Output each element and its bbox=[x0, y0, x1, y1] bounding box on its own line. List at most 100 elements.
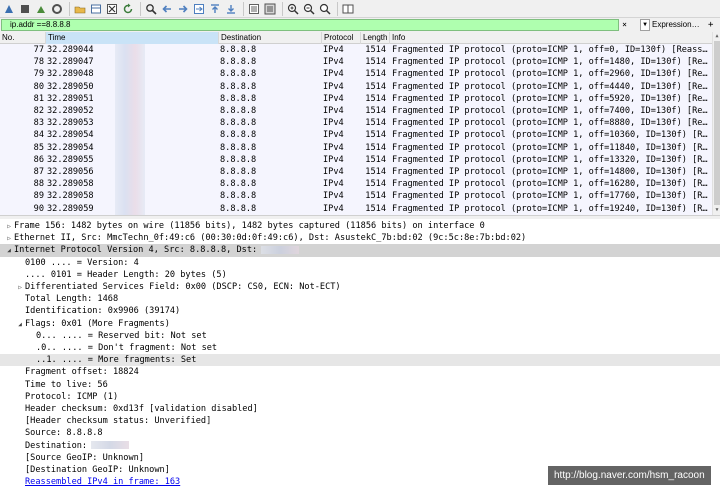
zoom-in-icon[interactable] bbox=[286, 2, 300, 16]
packet-row[interactable]: 90 32.289059 8.8.8.8 IPv4 1514 Fragmented IP … bbox=[0, 202, 712, 215]
packet-time: 32.289047 bbox=[47, 57, 94, 68]
detail-tree-item[interactable]: Destination: bbox=[0, 440, 720, 452]
detail-tree-item[interactable]: Source: 8.8.8.8 bbox=[0, 427, 720, 439]
expression-button[interactable]: Expression… bbox=[652, 19, 700, 31]
detail-tree-item[interactable]: Time to live: 56 bbox=[0, 379, 720, 391]
packet-length: 1514 bbox=[365, 167, 386, 177]
display-filter-input[interactable]: ip.addr ==8.8.8.8 bbox=[1, 19, 619, 31]
scroll-down-arrow-icon[interactable]: ▼ bbox=[713, 207, 720, 213]
filter-history-dropdown[interactable]: ▼ bbox=[640, 19, 650, 31]
capture-options-icon[interactable] bbox=[50, 2, 64, 16]
detail-tree-label: 0100 .... = Version: 4 bbox=[25, 257, 139, 268]
detail-tree-item[interactable]: [Header checksum status: Unverified] bbox=[0, 415, 720, 427]
scrollbar-thumb[interactable] bbox=[714, 41, 720, 205]
packet-protocol: IPv4 bbox=[323, 45, 344, 55]
zoom-normal-icon[interactable] bbox=[318, 2, 332, 16]
shark-fin-start-icon[interactable] bbox=[2, 2, 16, 16]
detail-tree-item[interactable]: [Source GeoIP: Unknown] bbox=[0, 452, 720, 464]
detail-tree-item[interactable]: ..1. .... = More fragments: Set bbox=[0, 354, 720, 367]
find-icon[interactable] bbox=[144, 2, 158, 16]
detail-tree-item[interactable]: ◢ Flags: 0x01 (More Fragments) bbox=[0, 318, 720, 330]
packet-row[interactable]: 78 32.289047 8.8.8.8 IPv4 1514 Fragmented IP … bbox=[0, 56, 712, 69]
stop-square-icon[interactable] bbox=[18, 2, 32, 16]
add-filter-button[interactable]: + bbox=[708, 19, 713, 31]
collapse-arrow-icon[interactable]: ◢ bbox=[15, 319, 25, 331]
reassembled-frame-link[interactable]: Reassembled IPv4 in frame: 163 bbox=[25, 477, 180, 487]
detail-tree-label: ..1. .... = More fragments: Set bbox=[36, 355, 197, 366]
forward-arrow-icon[interactable] bbox=[176, 2, 190, 16]
packet-list: No. Time Destination Protocol Length Inf… bbox=[0, 32, 720, 215]
clear-filter-icon[interactable]: × bbox=[620, 20, 629, 29]
reload-icon[interactable] bbox=[121, 2, 135, 16]
detail-tree-label: Header checksum: 0xd13f [validation disa… bbox=[25, 404, 258, 414]
detail-tree-item[interactable]: .... 0101 = Header Length: 20 bytes (5) bbox=[0, 269, 720, 281]
packet-row[interactable]: 79 32.289048 8.8.8.8 IPv4 1514 Fragmented IP … bbox=[0, 68, 712, 81]
detail-tree-item[interactable]: Total Length: 1468 bbox=[0, 293, 720, 305]
detail-tree-item[interactable]: .0.. .... = Don't fragment: Not set bbox=[0, 342, 720, 354]
expand-arrow-icon[interactable]: ▷ bbox=[4, 233, 14, 245]
detail-tree-item[interactable]: ◢ Internet Protocol Version 4, Src: 8.8.8… bbox=[0, 244, 720, 257]
detail-tree-item[interactable]: ▷ Ethernet II, Src: MmcTechn_0f:49:c6 (00… bbox=[0, 232, 720, 244]
restart-icon[interactable] bbox=[34, 2, 48, 16]
expand-arrow-icon[interactable]: ▷ bbox=[15, 282, 25, 294]
packet-row[interactable]: 82 32.289052 8.8.8.8 IPv4 1514 Fragmented IP … bbox=[0, 105, 712, 118]
packet-row[interactable]: 84 32.289054 8.8.8.8 IPv4 1514 Fragmented IP … bbox=[0, 129, 712, 142]
expand-arrow-icon[interactable]: ▷ bbox=[4, 221, 14, 233]
packet-destination: 8.8.8.8 bbox=[220, 167, 257, 177]
scroll-up-arrow-icon[interactable]: ▲ bbox=[713, 33, 720, 39]
detail-tree-item[interactable]: Fragment offset: 18824 bbox=[0, 366, 720, 378]
column-header-protocol[interactable]: Protocol bbox=[322, 32, 361, 44]
packet-destination: 8.8.8.8 bbox=[220, 179, 257, 190]
collapse-arrow-icon[interactable]: ◢ bbox=[4, 245, 14, 257]
detail-tree-item[interactable]: ▷ Differentiated Services Field: 0x00 (DS… bbox=[0, 281, 720, 293]
open-folder-icon[interactable] bbox=[73, 2, 87, 16]
packet-protocol: IPv4 bbox=[323, 106, 344, 116]
colorize-icon[interactable] bbox=[263, 2, 277, 16]
column-header-no[interactable]: No. bbox=[0, 32, 46, 44]
redacted-address bbox=[261, 245, 300, 254]
toolbar-separator bbox=[282, 1, 283, 16]
packet-row[interactable]: 89 32.289058 8.8.8.8 IPv4 1514 Fragmented IP … bbox=[0, 190, 712, 203]
detail-tree-item[interactable]: ▷ Frame 156: 1482 bytes on wire (11856 bi… bbox=[0, 220, 720, 232]
packet-row[interactable]: 77 32.289044 8.8.8.8 IPv4 1514 Fragmented IP … bbox=[0, 44, 712, 57]
detail-tree-label: Internet Protocol Version 4, Src: 8.8.8.… bbox=[14, 245, 258, 256]
resize-columns-icon[interactable] bbox=[341, 2, 355, 16]
packet-length: 1514 bbox=[365, 118, 386, 129]
packet-number: 78 bbox=[33, 57, 44, 68]
redacted-address bbox=[91, 441, 130, 450]
packet-info: Fragmented IP protocol (proto=ICMP 1, of… bbox=[392, 203, 708, 214]
packet-number: 82 bbox=[33, 106, 44, 116]
close-file-icon[interactable] bbox=[105, 2, 119, 16]
detail-tree-item[interactable]: 0100 .... = Version: 4 bbox=[0, 257, 720, 269]
table-icon[interactable] bbox=[89, 2, 103, 16]
detail-tree-item[interactable]: Protocol: ICMP (1) bbox=[0, 391, 720, 403]
auto-scroll-icon[interactable] bbox=[247, 2, 261, 16]
column-header-info[interactable]: Info bbox=[390, 32, 712, 44]
packet-row[interactable]: 80 32.289050 8.8.8.8 IPv4 1514 Fragmented IP … bbox=[0, 80, 712, 93]
packet-row[interactable]: 88 32.289058 8.8.8.8 IPv4 1514 Fragmented IP … bbox=[0, 178, 712, 191]
packet-protocol: IPv4 bbox=[323, 142, 344, 153]
packet-row[interactable]: 86 32.289055 8.8.8.8 IPv4 1514 Fragmented IP … bbox=[0, 153, 712, 166]
packet-length: 1514 bbox=[365, 81, 386, 92]
go-to-packet-icon[interactable] bbox=[192, 2, 206, 16]
column-header-length[interactable]: Length bbox=[361, 32, 390, 44]
packet-row[interactable]: 87 32.289056 8.8.8.8 IPv4 1514 Fragmented IP … bbox=[0, 166, 712, 179]
packet-list-scrollbar[interactable]: ▲ ▼ bbox=[712, 32, 720, 215]
packet-row[interactable]: 81 32.289051 8.8.8.8 IPv4 1514 Fragmented IP … bbox=[0, 92, 712, 105]
column-header-destination[interactable]: Destination bbox=[219, 32, 322, 44]
back-arrow-icon[interactable] bbox=[160, 2, 174, 16]
redacted-source-column bbox=[115, 44, 145, 215]
packet-row[interactable]: 83 32.289053 8.8.8.8 IPv4 1514 Fragmented IP … bbox=[0, 117, 712, 130]
packet-destination: 8.8.8.8 bbox=[220, 154, 257, 165]
detail-tree-item[interactable]: Header checksum: 0xd13f [validation disa… bbox=[0, 403, 720, 415]
detail-tree-item[interactable]: 0... .... = Reserved bit: Not set bbox=[0, 330, 720, 342]
last-packet-icon[interactable] bbox=[224, 2, 238, 16]
column-header-time[interactable]: Time bbox=[46, 32, 219, 44]
first-packet-icon[interactable] bbox=[208, 2, 222, 16]
detail-tree-item[interactable]: Identification: 0x9906 (39174) bbox=[0, 305, 720, 317]
detail-tree-label: Total Length: 1468 bbox=[25, 294, 119, 305]
zoom-out-icon[interactable] bbox=[302, 2, 316, 16]
detail-tree-label: .0.. .... = Don't fragment: Not set bbox=[36, 343, 218, 353]
packet-row[interactable]: 85 32.289054 8.8.8.8 IPv4 1514 Fragmented IP … bbox=[0, 141, 712, 154]
packet-length: 1514 bbox=[365, 179, 386, 190]
